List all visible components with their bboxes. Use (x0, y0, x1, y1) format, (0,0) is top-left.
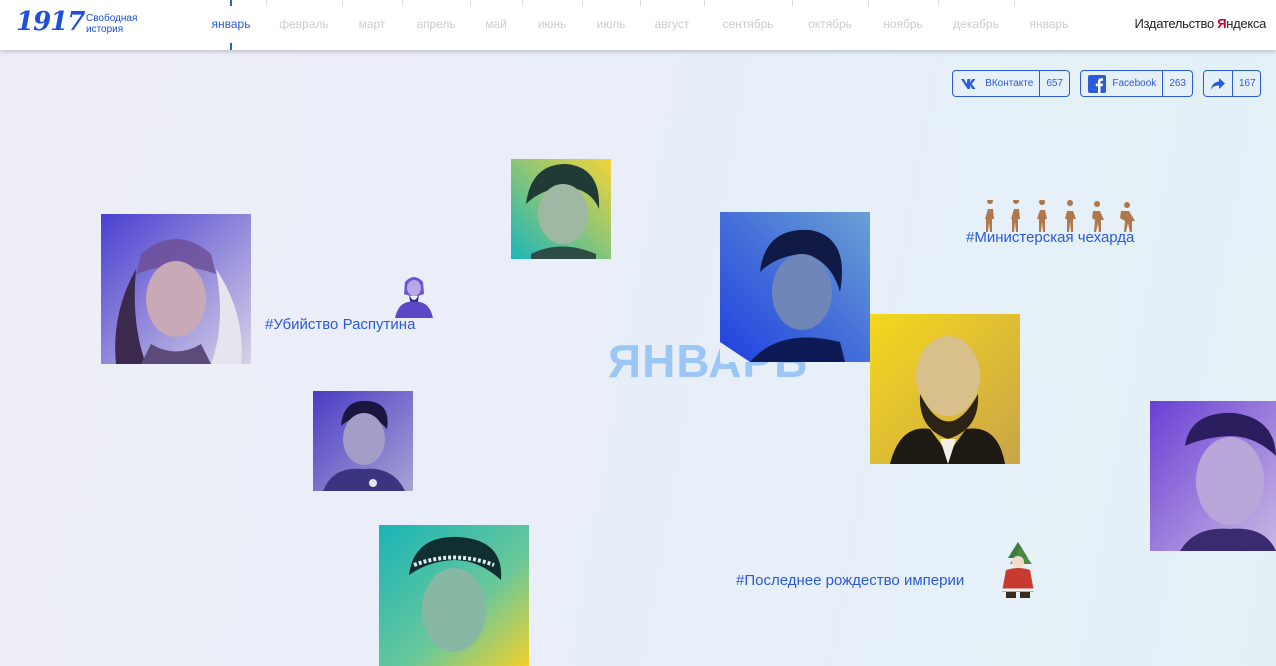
facebook-share-count: 263 (1162, 71, 1192, 96)
facebook-share-button[interactable]: Facebook 263 (1080, 70, 1193, 97)
month-tab-may[interactable]: май (470, 0, 522, 50)
portrait-ballerina[interactable] (379, 525, 529, 666)
month-tab-january-next[interactable]: январь (1014, 0, 1084, 50)
vk-share-label: ВКонтакте (985, 78, 1034, 89)
portrait-bearded-man[interactable] (870, 314, 1020, 464)
vk-share-button[interactable]: ВКонтакте 657 (952, 70, 1070, 97)
facebook-icon (1087, 73, 1106, 95)
publisher-brand-letter: Я (1217, 16, 1227, 31)
publisher-brand-rest: ндекса (1226, 16, 1266, 31)
month-tab-november[interactable]: ноябрь (868, 0, 938, 50)
tag-rasputin-murder[interactable]: #Убийство Распутина (265, 316, 415, 333)
portrait-woman-curly[interactable] (511, 159, 611, 259)
tag-ministerial-leapfrog[interactable]: #Министерская чехарда (966, 229, 1134, 246)
month-timeline: январь февраль март апрель май июнь июль… (196, 0, 1084, 50)
month-tab-december[interactable]: декабрь (938, 0, 1014, 50)
month-tab-january[interactable]: январь (196, 0, 266, 50)
top-bar: 1917 Свободная история январь февраль ма… (0, 0, 1276, 50)
vk-share-count: 657 (1039, 71, 1069, 96)
rasputin-figure-icon (391, 272, 437, 318)
portrait-akhmatova[interactable] (720, 212, 870, 362)
christmas-santa-icon (998, 540, 1040, 602)
repost-share-button[interactable]: 167 (1203, 70, 1261, 97)
portrait-empress[interactable] (101, 214, 251, 364)
publisher-prefix: Издательство (1134, 16, 1218, 31)
month-tab-october[interactable]: октябрь (792, 0, 868, 50)
share-arrow-icon (1210, 73, 1226, 95)
logo-number[interactable]: 1917 (16, 7, 85, 37)
publisher-logo[interactable]: Издательство Яндекса (1134, 16, 1267, 31)
month-tab-february[interactable]: февраль (266, 0, 342, 50)
month-tab-march[interactable]: март (342, 0, 402, 50)
month-tab-july[interactable]: июль (582, 0, 640, 50)
portrait-officer[interactable] (313, 391, 413, 491)
month-tab-august[interactable]: август (640, 0, 704, 50)
logo-subtitle[interactable]: Свободная история (86, 13, 146, 35)
facebook-share-label: Facebook (1112, 78, 1157, 89)
portrait-young-man[interactable] (1150, 401, 1276, 551)
tag-last-christmas[interactable]: #Последнее рождество империи (736, 572, 964, 589)
month-tab-june[interactable]: июнь (522, 0, 582, 50)
month-tab-september[interactable]: сентябрь (704, 0, 792, 50)
month-tab-april[interactable]: апрель (402, 0, 470, 50)
vk-icon (959, 73, 979, 95)
repost-share-count: 167 (1232, 71, 1262, 96)
